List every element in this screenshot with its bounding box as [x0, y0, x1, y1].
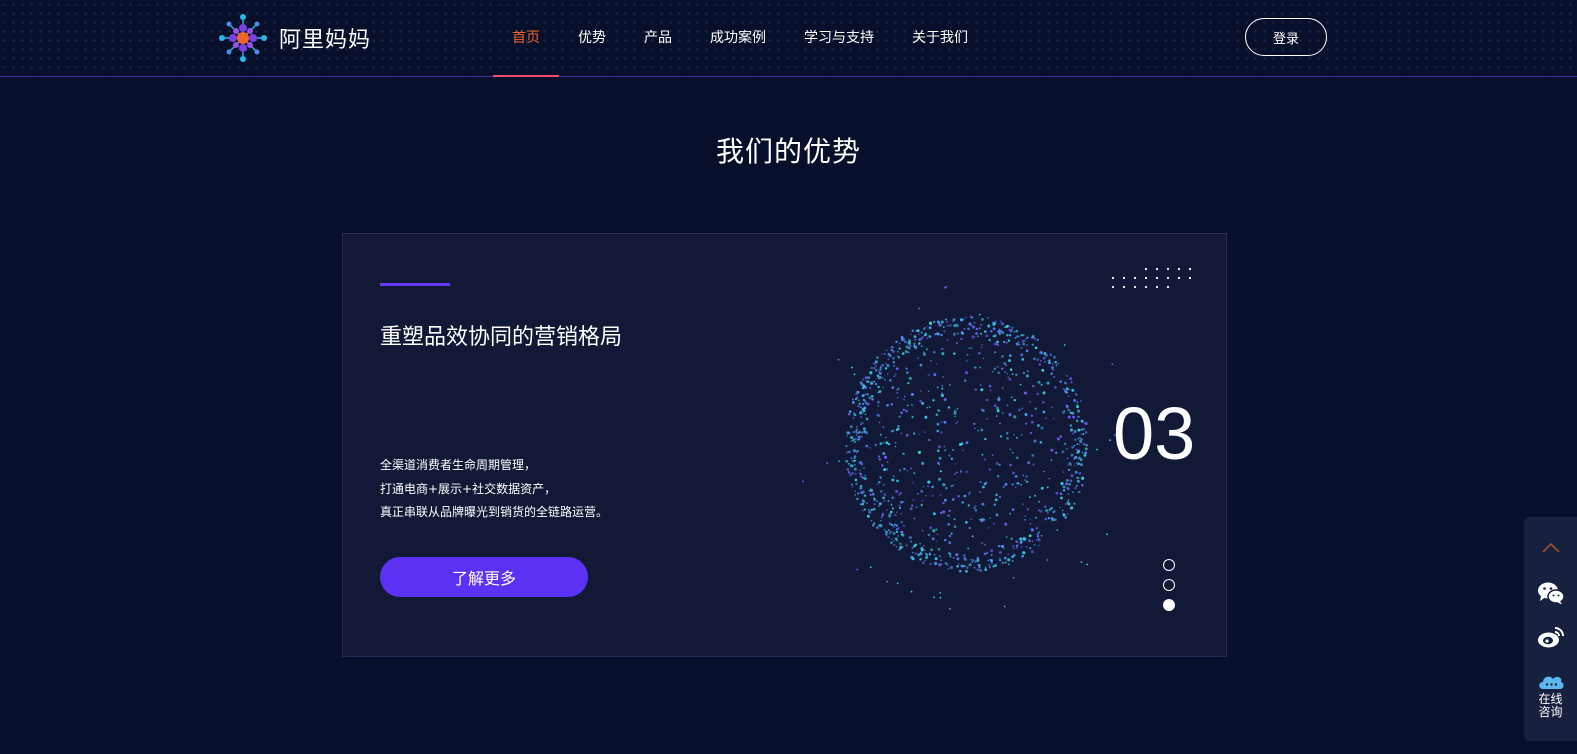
slide-pager: [1163, 559, 1177, 619]
weibo-icon: [1537, 627, 1564, 648]
online-consult-button[interactable]: 在线 咨询: [1524, 673, 1577, 719]
decorative-dots: [1111, 267, 1192, 289]
consult-label-line2: 咨询: [1538, 705, 1563, 719]
advantage-slide-card: 重塑品效协同的营销格局 全渠道消费者生命周期管理， 打通电商+展示+社交数据资产…: [342, 233, 1227, 657]
accent-line: [380, 283, 450, 286]
particle-globe-illustration: [802, 285, 1116, 610]
nav-item-cases[interactable]: 成功案例: [710, 0, 766, 77]
back-to-top-button[interactable]: [1524, 543, 1577, 553]
nav-item-learning[interactable]: 学习与支持: [804, 0, 874, 77]
pager-dot-1[interactable]: [1163, 559, 1175, 571]
wechat-icon: [1537, 582, 1565, 605]
login-button[interactable]: 登录: [1245, 18, 1327, 56]
pager-dot-3[interactable]: [1163, 599, 1175, 611]
slide-description: 全渠道消费者生命周期管理， 打通电商+展示+社交数据资产， 真正串联从品牌曝光到…: [380, 454, 608, 525]
chevron-up-icon: [1541, 543, 1560, 553]
weibo-button[interactable]: [1524, 625, 1577, 649]
brand-name: 阿里妈妈: [279, 28, 372, 53]
brand-logo[interactable]: 阿里妈妈: [217, 12, 371, 64]
floating-side-bar: 在线 咨询: [1524, 517, 1577, 741]
slide-title: 重塑品效协同的营销格局: [380, 325, 623, 350]
nav-item-home[interactable]: 首页: [493, 0, 559, 77]
main-nav: 首页 优势 产品 成功案例 学习与支持 关于我们: [493, 0, 968, 77]
alimama-logo-icon: [219, 14, 267, 62]
slide-desc-line: 真正串联从品牌曝光到销货的全链路运营。: [380, 505, 609, 519]
slide-desc-line: 全渠道消费者生命周期管理，: [380, 458, 537, 472]
nav-item-products[interactable]: 产品: [644, 0, 672, 77]
slide-desc-line: 打通电商+展示+社交数据资产，: [380, 481, 557, 496]
learn-more-button[interactable]: 了解更多: [380, 557, 588, 597]
page: 阿里妈妈 首页 优势 产品 成功案例 学习与支持 关于我们 登录 我们的优势 重…: [0, 0, 1577, 754]
header: 阿里妈妈 首页 优势 产品 成功案例 学习与支持 关于我们 登录: [0, 0, 1577, 77]
slide-number: 03: [1113, 392, 1196, 475]
nav-item-about[interactable]: 关于我们: [912, 0, 968, 77]
cloud-chat-icon: [1538, 676, 1564, 689]
wechat-button[interactable]: [1524, 581, 1577, 605]
pager-dot-2[interactable]: [1163, 579, 1175, 591]
section-title: 我们的优势: [715, 135, 861, 168]
nav-item-advantages[interactable]: 优势: [578, 0, 606, 77]
